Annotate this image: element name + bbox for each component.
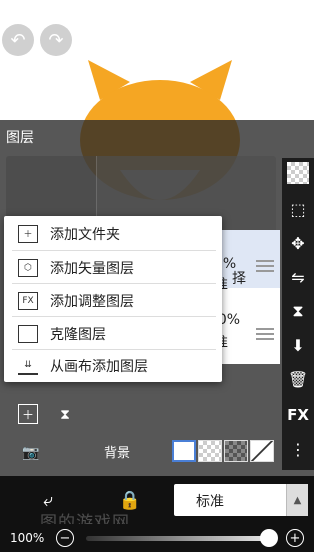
flip-button[interactable]: ⇋ [285, 264, 311, 290]
layer-from-canvas-icon: ⇊ [18, 357, 38, 375]
background-transparent-swatch[interactable] [198, 440, 222, 462]
trash-icon: 🗑 [287, 369, 309, 389]
merge-button[interactable]: ⧗ [285, 298, 311, 324]
right-toolbar: ⬚ ✥ ⇋ ⧗ ⬇ 🗑 FX ⋮ [282, 158, 314, 470]
menu-item-add-adjustment-layer[interactable]: FX 添加调整图层 [4, 284, 222, 317]
more-button[interactable]: ⋮ [285, 436, 311, 462]
more-vertical-icon: ⋮ [290, 439, 306, 459]
opacity-plus-button[interactable]: + [286, 529, 304, 547]
add-square-icon: ＋ [21, 407, 34, 422]
menu-item-clone-layer[interactable]: 克隆图层 [4, 317, 222, 350]
menu-item-label: 克隆图层 [50, 326, 106, 343]
camera-icon: 📷 [22, 445, 40, 461]
opacity-label: 100% [10, 531, 45, 545]
move-button[interactable]: ✥ [285, 230, 311, 256]
clone-layer-icon [18, 324, 38, 343]
fx-layer-icon: FX [18, 291, 38, 310]
opacity-minus-button[interactable]: − [56, 529, 74, 547]
opacity-slider-track[interactable] [86, 536, 276, 541]
merge-down-icon: ⧗ [60, 407, 70, 423]
transparency-button[interactable] [287, 162, 309, 184]
drag-handle-icon[interactable] [256, 260, 274, 272]
menu-item-label: 添加矢量图层 [50, 260, 134, 277]
add-layer-square-button[interactable]: ＋ [18, 404, 38, 424]
blend-mode-value: 标准 [196, 494, 224, 510]
fx-icon: FX [287, 406, 309, 424]
menu-item-label: 添加调整图层 [50, 293, 134, 310]
opacity-slider-knob[interactable] [260, 529, 278, 547]
background-none-swatch[interactable] [250, 440, 274, 462]
menu-item-add-folder[interactable]: ＋ 添加文件夹 [4, 217, 222, 250]
partial-label: 择 [232, 271, 246, 287]
download-icon: ⬇ [291, 335, 305, 355]
menu-item-layer-from-canvas[interactable]: ⇊ 从画布添加图层 [4, 349, 222, 382]
background-dark-swatch[interactable] [224, 440, 248, 462]
flip-icon: ⇋ [291, 267, 305, 287]
opacity-bar: 100% − + [0, 524, 314, 552]
camera-button[interactable]: 📷 [18, 440, 44, 466]
background-row: 背景 [96, 436, 280, 466]
undo-icon: ↶ [10, 29, 26, 51]
vector-layer-icon: ⬡ [18, 258, 38, 277]
redo-button[interactable]: ↷ [40, 24, 72, 56]
download-button[interactable]: ⬇ [285, 332, 311, 358]
background-white-swatch[interactable] [172, 440, 196, 462]
merge-down-button[interactable]: ⧗ [52, 402, 78, 428]
delete-button[interactable]: 🗑 [285, 366, 311, 392]
select-layer-button[interactable]: ⬚ [285, 196, 311, 222]
background-label: 背景 [104, 446, 131, 461]
panel-title: 图层 [6, 130, 34, 146]
redo-icon: ↷ [48, 29, 64, 51]
menu-item-label: 添加文件夹 [50, 226, 120, 243]
fx-button[interactable]: FX [285, 402, 311, 428]
folder-plus-icon: ＋ [18, 224, 38, 243]
merge-icon: ⧗ [292, 301, 304, 320]
move-icon: ✥ [291, 233, 305, 253]
dropdown-arrow-icon: ▲ [286, 484, 308, 516]
undo-button[interactable]: ↶ [2, 24, 34, 56]
select-area-icon: ⬚ [290, 199, 306, 219]
add-layer-menu: ＋ 添加文件夹 ⬡ 添加矢量图层 FX 添加调整图层 克隆图层 ⇊ 从画布添加图… [4, 216, 222, 382]
menu-item-label: 从画布添加图层 [50, 358, 148, 375]
menu-item-add-vector-layer[interactable]: ⬡ 添加矢量图层 [4, 251, 222, 284]
blend-mode-select[interactable]: 标准 ▲ [174, 484, 308, 516]
drag-handle-icon[interactable] [256, 328, 274, 340]
